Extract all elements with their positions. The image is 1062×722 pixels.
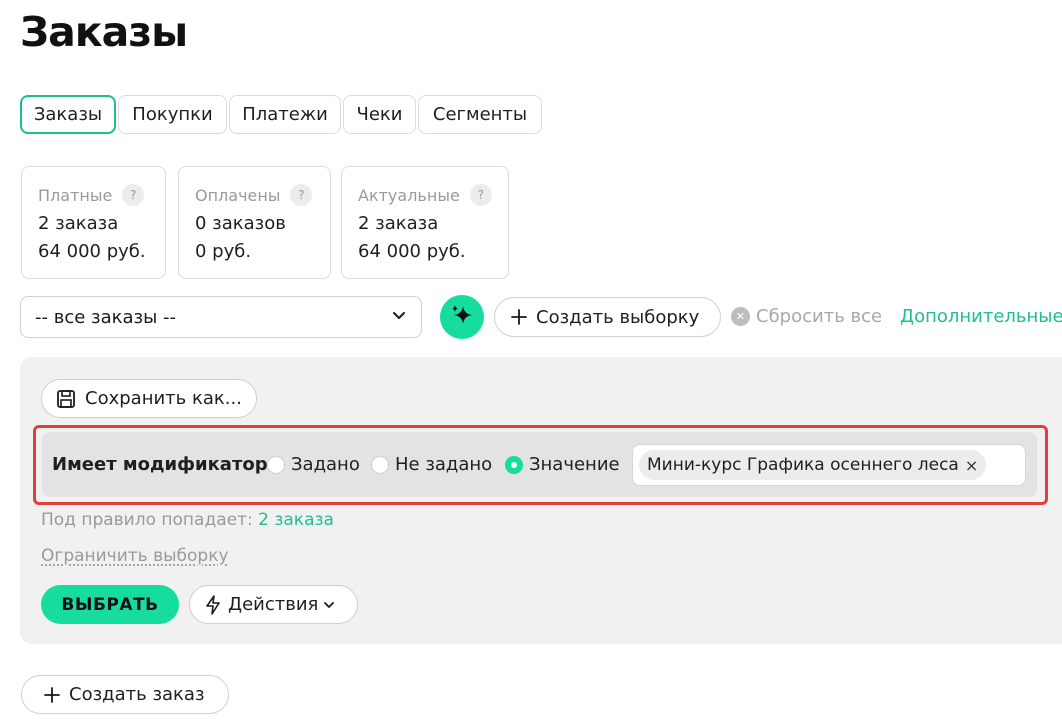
radio-label: Значение [529, 454, 620, 475]
stat-card-paid: Платные? 2 заказа 64 000 руб. [21, 166, 166, 279]
plus-icon [511, 309, 527, 325]
help-icon[interactable]: ? [290, 184, 312, 206]
radio-button-checked [505, 456, 523, 474]
stat-label: Актуальные [358, 186, 460, 205]
stat-label: Платные [38, 186, 112, 205]
page-title: Заказы [20, 8, 187, 56]
plus-icon [44, 687, 60, 703]
radio-label: Не задано [395, 454, 492, 475]
create-selection-label: Создать выборку [536, 307, 699, 328]
chip-label: Мини-курс Графика осеннего леса [647, 455, 959, 475]
modifier-value-input[interactable]: Мини-курс Графика осеннего леса × [632, 444, 1026, 486]
hint-prefix: Под правило попадает: [41, 510, 253, 530]
stat-count: 2 заказа [38, 213, 149, 235]
choose-button[interactable]: ВЫБРАТЬ [41, 585, 179, 624]
reset-all-button[interactable]: ✕ Сбросить все [731, 306, 882, 327]
create-selection-button[interactable]: Создать выборку [494, 297, 721, 337]
radio-button [371, 456, 389, 474]
radio-not-set[interactable]: Не задано [371, 454, 492, 475]
radio-set[interactable]: Задано [267, 454, 360, 475]
stat-count: 0 заказов [195, 213, 314, 235]
create-order-label: Создать заказ [69, 684, 205, 705]
stat-amount: 64 000 руб. [358, 241, 492, 263]
value-chip: Мини-курс Графика осеннего леса × [639, 450, 986, 480]
help-icon[interactable]: ? [122, 184, 144, 206]
tab-payments[interactable]: Платежи [229, 95, 341, 134]
tab-receipts[interactable]: Чеки [343, 95, 416, 134]
create-order-button[interactable]: Создать заказ [21, 675, 229, 714]
select-value: -- все заказы -- [35, 307, 176, 328]
stat-amount: 64 000 руб. [38, 241, 149, 263]
rule-label: Имеет модификатор [52, 454, 268, 475]
more-filters-link[interactable]: Дополнительные [900, 306, 1062, 327]
rule-match-hint: Под правило попадает: 2 заказа [41, 510, 334, 530]
reset-label: Сбросить все [756, 306, 882, 327]
stat-count: 2 заказа [358, 213, 492, 235]
lightning-icon [205, 595, 221, 615]
actions-dropdown-button[interactable]: Действия [189, 585, 358, 624]
chip-remove-icon[interactable]: × [965, 456, 978, 475]
actions-label: Действия [228, 594, 318, 615]
matched-orders-link[interactable]: 2 заказа [258, 510, 334, 530]
close-circle-icon: ✕ [731, 307, 750, 326]
chevron-down-icon [391, 307, 407, 328]
orders-filter-select[interactable]: -- все заказы -- [20, 296, 422, 338]
help-icon[interactable]: ? [470, 184, 492, 206]
sparkle-icon [448, 301, 476, 333]
stat-card-actual: Актуальные? 2 заказа 64 000 руб. [341, 166, 509, 279]
floppy-disk-icon [56, 389, 76, 409]
radio-value[interactable]: Значение [505, 454, 620, 475]
stat-card-completed: Оплачены? 0 заказов 0 руб. [178, 166, 331, 279]
save-as-button[interactable]: Сохранить как... [41, 379, 257, 418]
stat-amount: 0 руб. [195, 241, 314, 263]
tab-purchases[interactable]: Покупки [118, 95, 227, 134]
tab-bar: Заказы Покупки Платежи Чеки Сегменты [20, 95, 544, 134]
limit-selection-link[interactable]: Ограничить выборку [41, 546, 229, 566]
ai-sparkle-button[interactable] [440, 295, 484, 339]
radio-button [267, 456, 285, 474]
tab-segments[interactable]: Сегменты [418, 95, 542, 134]
save-as-label: Сохранить как... [85, 388, 242, 409]
stat-label: Оплачены [195, 186, 280, 205]
chevron-down-icon [323, 599, 335, 611]
radio-label: Задано [291, 454, 360, 475]
tab-orders[interactable]: Заказы [20, 95, 116, 134]
